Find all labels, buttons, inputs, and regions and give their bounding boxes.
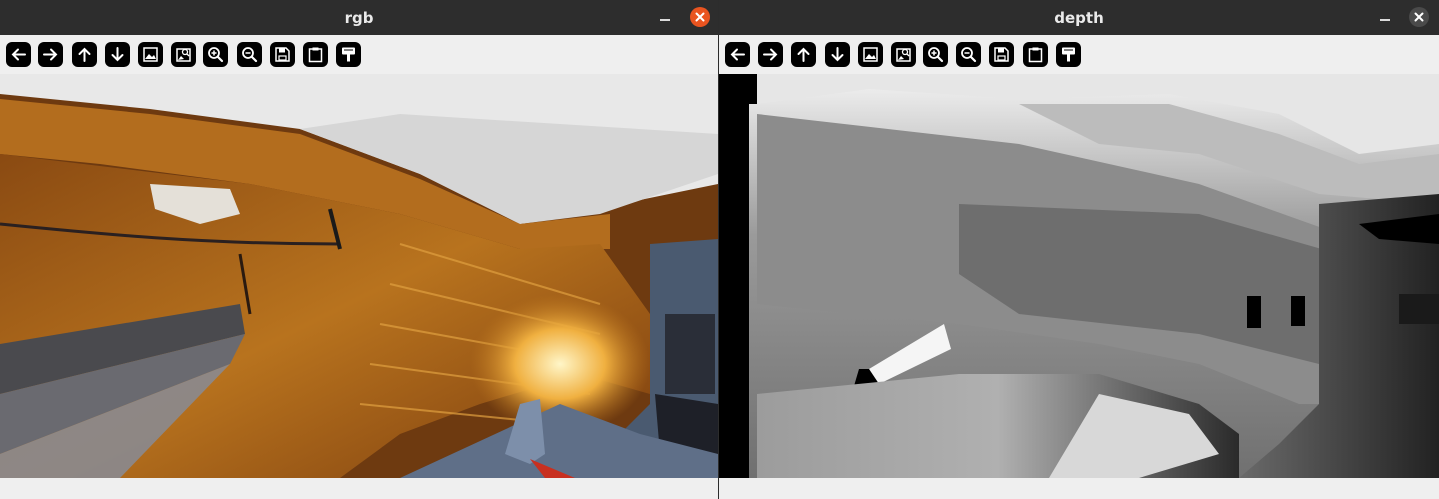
zoom-in-button[interactable] [923,42,948,67]
zoom-out-icon [242,47,258,63]
window-title: rgb [344,9,374,27]
title-bar[interactable]: depth [719,0,1439,35]
zoom-original-button[interactable] [171,42,196,67]
paint-brush-icon [1062,47,1075,62]
minimize-button[interactable] [1376,8,1394,26]
zoom-in-icon [928,47,944,63]
depth-window: depth [719,0,1439,499]
paint-brush-icon [342,47,355,62]
close-button[interactable] [690,7,710,27]
zoom-out-icon [961,47,977,63]
properties-button[interactable] [336,42,361,67]
arrow-up-icon [797,47,810,62]
minimize-button[interactable] [656,8,674,26]
pan-up-button[interactable] [791,42,816,67]
back-button[interactable] [6,42,31,67]
back-button[interactable] [725,42,750,67]
arrow-down-icon [111,47,124,62]
save-icon [275,47,290,62]
image-search-icon [896,48,911,62]
close-icon [1414,12,1424,22]
save-button[interactable] [989,42,1014,67]
copy-clipboard-button[interactable] [1023,42,1048,67]
window-title: depth [1054,9,1104,27]
pan-down-button[interactable] [105,42,130,67]
toolbar [719,35,1439,74]
arrow-up-icon [78,47,91,62]
depth-image-view[interactable] [719,74,1439,478]
pan-down-button[interactable] [825,42,850,67]
status-bar [0,478,718,499]
arrow-left-icon [730,48,745,61]
rgb-camera-image [0,74,718,478]
close-icon [695,12,705,22]
depth-map-image [719,74,1439,478]
zoom-in-button[interactable] [203,42,228,67]
arrow-right-icon [43,48,58,61]
clipboard-icon [308,47,323,63]
pan-up-button[interactable] [72,42,97,67]
forward-button[interactable] [758,42,783,67]
save-button[interactable] [270,42,295,67]
image-icon [863,47,878,62]
forward-button[interactable] [38,42,63,67]
status-bar [719,478,1439,499]
properties-button[interactable] [1056,42,1081,67]
rgb-image-view[interactable] [0,74,718,478]
zoom-out-button[interactable] [956,42,981,67]
zoom-out-button[interactable] [237,42,262,67]
zoom-image-button[interactable] [138,42,163,67]
title-bar[interactable]: rgb [0,0,718,35]
save-icon [994,47,1009,62]
image-search-icon [176,48,191,62]
image-icon [143,47,158,62]
zoom-in-icon [208,47,224,63]
copy-clipboard-button[interactable] [303,42,328,67]
toolbar [0,35,718,74]
zoom-image-button[interactable] [858,42,883,67]
arrow-left-icon [11,48,26,61]
rgb-window: rgb [0,0,718,499]
close-button[interactable] [1409,7,1429,27]
zoom-original-button[interactable] [891,42,916,67]
arrow-right-icon [763,48,778,61]
clipboard-icon [1028,47,1043,63]
arrow-down-icon [831,47,844,62]
